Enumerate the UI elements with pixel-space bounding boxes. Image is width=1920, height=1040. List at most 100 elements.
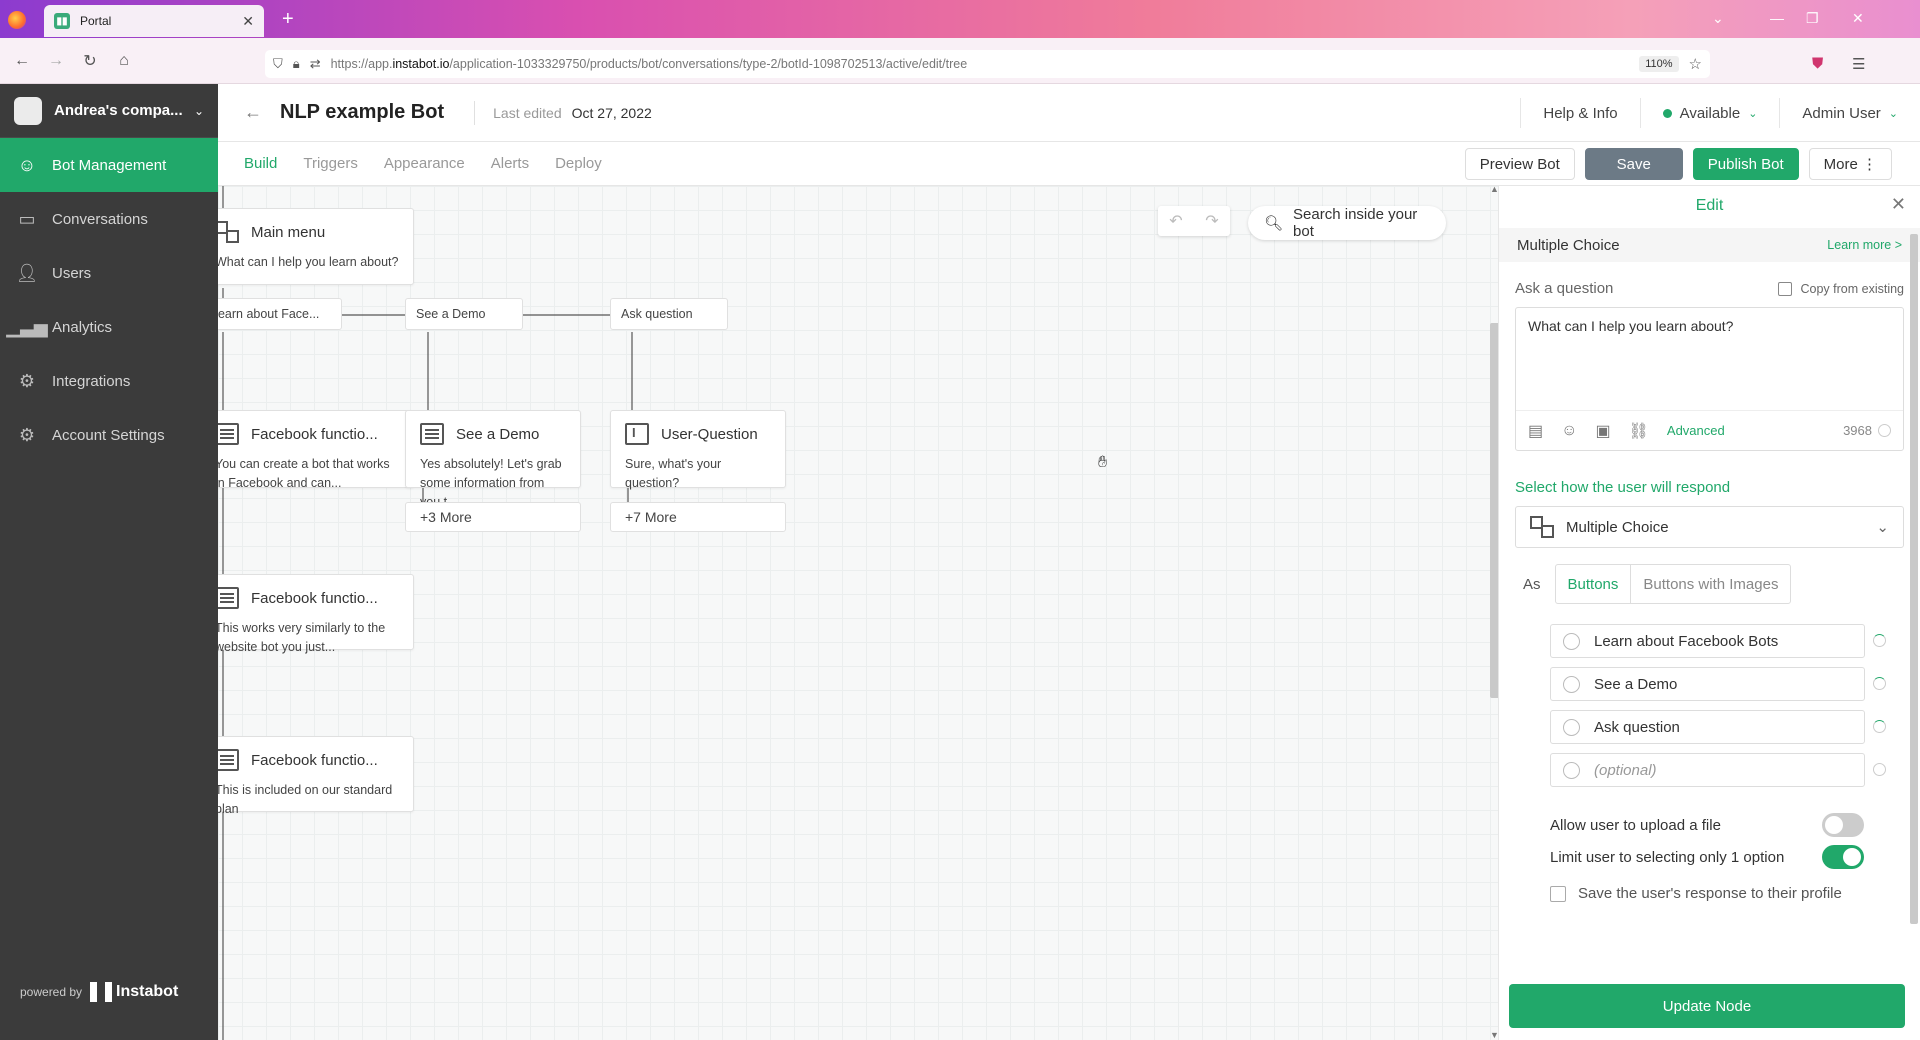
menu-icon[interactable]: ☰ [1852,55,1865,73]
sidebar-item-users[interactable]: 👤︎ Users [0,246,218,300]
allow-upload-toggle[interactable] [1822,813,1864,837]
response-type-dropdown[interactable]: Multiple Choice ⌄ [1515,506,1904,548]
firefox-icon [8,11,26,29]
learn-more-link[interactable]: Learn more > [1827,238,1902,252]
node-main-menu[interactable]: Main menu What can I help you learn abou… [218,208,414,285]
pocket-icon[interactable]: ⛊ [1812,55,1823,72]
option-link-icon[interactable] [1873,677,1886,690]
instabot-favicon-icon: ▮▮ [54,13,70,29]
instabot-brand-text: Instabot [116,983,179,1000]
option-row[interactable]: Ask question [1550,710,1886,744]
sidebar-item-conversations[interactable]: ▭ Conversations [0,192,218,246]
browser-tab[interactable]: ▮▮ Portal ✕ [44,5,264,37]
availability-dropdown[interactable]: Available ⌄ [1639,98,1780,128]
publish-bot-button[interactable]: Publish Bot [1692,148,1799,180]
company-logo [14,96,42,125]
shield-icon[interactable]: ⛉ [273,56,283,72]
bookmark-star-icon[interactable]: ☆ [1689,55,1702,73]
choice-learn-facebook[interactable]: Learn about Face... [218,298,342,330]
close-window-icon[interactable]: ✕ [1852,10,1864,27]
choice-see-demo[interactable]: See a Demo [405,298,523,330]
forward-icon[interactable]: → [46,52,66,70]
limit-one-toggle[interactable] [1822,845,1864,869]
option-link-icon[interactable] [1873,763,1886,776]
restore-icon[interactable]: ❐ [1806,10,1819,27]
node-facebook-functions-3[interactable]: Facebook functio... This is included on … [218,736,414,816]
question-editor[interactable]: What can I help you learn about? ▤ ☺ ▣ ⛓… [1515,307,1904,451]
buttons-with-images-option[interactable]: Buttons with Images [1631,565,1790,603]
count-ring-icon [1878,424,1891,437]
character-count-value: 3968 [1843,423,1872,438]
reload-icon[interactable]: ↻ [80,51,100,71]
more-children-demo[interactable]: +3 More [405,502,581,532]
choice-ask-question[interactable]: Ask question [610,298,728,330]
undo-icon[interactable]: ↶ [1169,211,1182,231]
redo-icon[interactable]: ↷ [1205,211,1218,231]
help-info-link[interactable]: Help & Info [1520,98,1639,128]
as-label: As [1523,575,1541,593]
buttons-option[interactable]: Buttons [1556,565,1632,603]
option-row-empty[interactable]: (optional) [1550,753,1886,787]
copy-from-existing-link[interactable]: Copy from existing [1778,280,1904,297]
sidebar-item-label: Bot Management [52,156,167,174]
gear-icon: ⚙ [18,424,36,445]
more-children-user-question[interactable]: +7 More [610,502,786,532]
close-icon[interactable]: ✕ [1891,194,1906,215]
lock-icon[interactable]: 🔒︎ [293,56,300,72]
panel-scrollbar[interactable] [1910,234,1918,974]
tab-strip: ▮▮ Portal ✕ + ⌄ — ❐ ✕ [0,0,1920,38]
search-bot-input[interactable]: 🔍︎ Search inside your bot [1248,206,1446,240]
more-button[interactable]: More ⋮ [1808,148,1892,180]
user-menu[interactable]: Admin User ⌄ [1779,98,1920,128]
tab-appearance[interactable]: Appearance [384,155,465,172]
advanced-link[interactable]: Advanced [1667,423,1725,438]
node-body: Sure, what's your question? [625,457,722,490]
node-see-a-demo[interactable]: See a Demo Yes absolutely! Let's grab so… [405,410,581,509]
zoom-level[interactable]: 110% [1639,56,1679,72]
bot-tree-canvas[interactable]: Main menu What can I help you learn abou… [218,186,1498,1040]
allow-upload-label: Allow user to upload a file [1550,816,1721,834]
option-link-icon[interactable] [1873,720,1886,733]
question-text[interactable]: What can I help you learn about? [1516,308,1903,344]
option-link-icon[interactable] [1873,634,1886,647]
back-arrow-icon[interactable]: ← [244,102,262,123]
powered-by-text: powered by [20,985,83,999]
update-node-button[interactable]: Update Node [1509,984,1905,1028]
tab-deploy[interactable]: Deploy [555,155,602,172]
sidebar-item-account-settings[interactable]: ⚙ Account Settings [0,408,218,462]
sidebar-item-bot-management[interactable]: ☺ Bot Management [0,138,218,192]
preview-bot-button[interactable]: Preview Bot [1464,148,1575,180]
save-profile-checkbox[interactable] [1550,885,1566,902]
ask-question-row: Ask a question Copy from existing [1515,280,1904,297]
home-icon[interactable]: ⌂ [114,52,134,70]
editor-toolbar: ▤ ☺ ▣ ⛓ Advanced 3968 [1516,410,1903,450]
tab-build[interactable]: Build [244,155,277,172]
node-user-question[interactable]: User-Question Sure, what's your question… [610,410,786,490]
emoji-icon[interactable]: ☺ [1561,422,1577,440]
tab-triggers[interactable]: Triggers [303,155,357,172]
minimize-icon[interactable]: — [1770,10,1784,26]
choice-options: Learn about Facebook Bots See a Demo Ask… [1515,624,1904,787]
url-bar[interactable]: ⛉ 🔒︎ ⇄ https://app.instabot.io/applicati… [265,50,1710,78]
permissions-icon[interactable]: ⇄ [310,56,321,72]
node-facebook-functions-1[interactable]: Facebook functio... You can create a bot… [218,410,414,490]
image-icon[interactable]: ▣ [1595,421,1610,441]
url-text[interactable]: https://app.instabot.io/application-1033… [331,57,1630,71]
tab-alerts[interactable]: Alerts [491,155,529,172]
option-row[interactable]: Learn about Facebook Bots [1550,624,1886,658]
link-icon[interactable]: ⛓ [1629,421,1649,441]
new-tab-icon[interactable]: + [282,9,294,29]
close-tab-icon[interactable]: ✕ [242,13,254,30]
canvas-scrollbar[interactable]: ▲ ▼ [1488,184,1500,1040]
panel-scrollbar-thumb[interactable] [1910,234,1918,924]
sidebar-item-analytics[interactable]: ▁▃▅ Analytics [0,300,218,354]
node-facebook-functions-2[interactable]: Facebook functio... This works very simi… [218,574,414,654]
sidebar-item-integrations[interactable]: ⚙︎ Integrations [0,354,218,408]
contact-card-icon[interactable]: ▤ [1528,421,1543,441]
option-row[interactable]: See a Demo [1550,667,1886,701]
message-icon [218,423,239,445]
save-button[interactable]: Save [1584,148,1683,180]
back-icon[interactable]: ← [12,52,32,70]
company-switcher[interactable]: Andrea's compa... ⌄ [0,84,218,138]
tab-list-chevron-icon[interactable]: ⌄ [1712,10,1724,27]
